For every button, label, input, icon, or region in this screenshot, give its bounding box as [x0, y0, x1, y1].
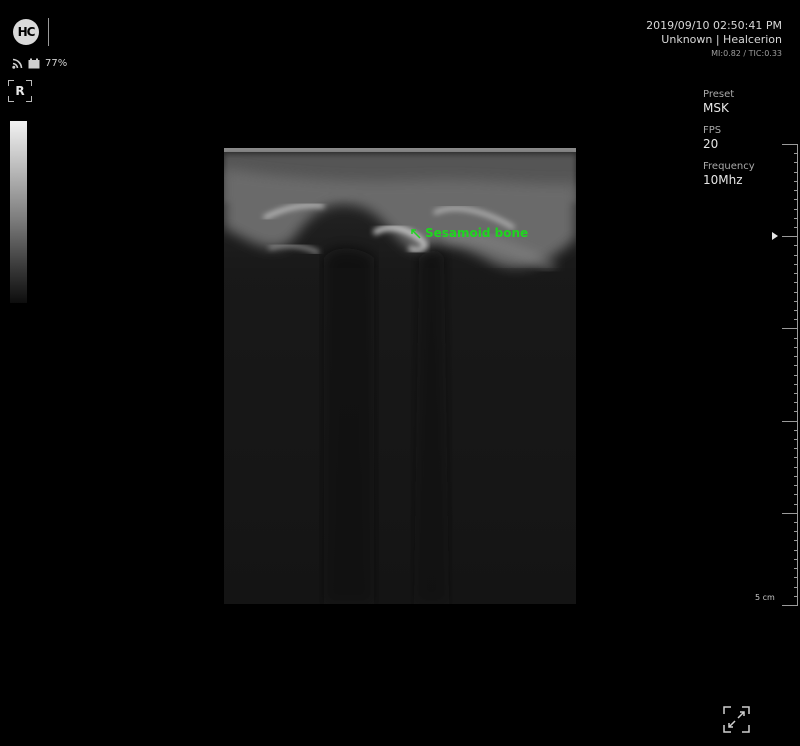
ruler-tick — [794, 245, 798, 246]
ruler-tick — [794, 375, 798, 376]
imaging-params: Preset MSK FPS 20 Frequency 10Mhz — [703, 89, 755, 197]
ruler-tick — [794, 301, 798, 302]
arrow-icon — [411, 228, 421, 239]
ruler-tick — [794, 467, 798, 468]
ruler-tick — [794, 310, 798, 311]
param-value: 10Mhz — [703, 173, 743, 187]
battery-percent: 77% — [45, 58, 68, 69]
grayscale-bar — [10, 121, 27, 303]
fullscreen-icon — [723, 706, 750, 733]
ruler-tick — [794, 264, 798, 265]
mi-tic-indices: MI:0.82 / TIC:0.33 — [711, 49, 782, 58]
ruler-tick — [794, 365, 798, 366]
exam-info: 2019/09/10 02:50:41 PM Unknown | Healcer… — [646, 19, 782, 60]
ruler-tick — [794, 181, 798, 182]
ruler-tick — [794, 577, 798, 578]
ruler-tick — [794, 356, 798, 357]
logo: HC — [13, 19, 39, 45]
ruler-tick — [794, 439, 798, 440]
ruler-tick — [782, 144, 798, 145]
ruler-tick — [794, 338, 798, 339]
status-bar: 77% — [12, 58, 67, 69]
orientation-marker: R — [8, 80, 32, 102]
ruler-tick — [794, 227, 798, 228]
ruler-tick — [794, 596, 798, 597]
ruler-tick — [794, 504, 798, 505]
param-label: Frequency — [703, 161, 755, 172]
ruler-tick — [794, 347, 798, 348]
ruler-tick — [794, 172, 798, 173]
ruler-tick — [794, 402, 798, 403]
divider — [48, 18, 49, 46]
ruler-tick — [782, 513, 798, 514]
ruler-tick — [794, 448, 798, 449]
param-label: Preset — [703, 89, 735, 100]
ruler-tick — [782, 328, 798, 329]
ruler-tick — [794, 393, 798, 394]
ruler-tick — [794, 559, 798, 560]
param-label: FPS — [703, 125, 722, 136]
ruler-tick — [794, 282, 798, 283]
ruler-tick — [794, 587, 798, 588]
ruler-tick — [794, 568, 798, 569]
ruler-tick — [794, 540, 798, 541]
ruler-tick — [782, 236, 798, 237]
ruler-tick — [794, 384, 798, 385]
param-value: MSK — [703, 101, 729, 115]
ruler-tick — [794, 209, 798, 210]
wifi-icon — [12, 58, 23, 69]
ruler-tick — [794, 494, 798, 495]
patient-info: Unknown | Healcerion — [661, 33, 782, 46]
annotation-text: Sesamoid bone — [425, 226, 529, 240]
ruler-tick — [794, 319, 798, 320]
ruler-tick — [794, 531, 798, 532]
annotation-label[interactable]: Sesamoid bone — [410, 226, 528, 240]
ruler-tick — [794, 522, 798, 523]
battery-icon — [28, 58, 40, 69]
ruler-tick — [794, 273, 798, 274]
ruler-tick — [794, 550, 798, 551]
ruler-tick — [794, 199, 798, 200]
depth-label: 5 cm — [755, 593, 775, 602]
ruler-tick — [794, 476, 798, 477]
ruler-tick — [794, 485, 798, 486]
ruler-tick — [794, 218, 798, 219]
ruler-tick — [794, 430, 798, 431]
param-value: 20 — [703, 137, 719, 151]
ruler-tick — [794, 457, 798, 458]
ruler-tick — [794, 162, 798, 163]
depth-ruler — [782, 144, 800, 606]
orientation-label: R — [15, 84, 25, 98]
ruler-tick — [794, 153, 798, 154]
ultrasound-image[interactable] — [224, 148, 576, 604]
fullscreen-button[interactable] — [723, 706, 750, 733]
ruler-tick — [794, 411, 798, 412]
focus-marker[interactable] — [772, 232, 778, 240]
ruler-tick — [794, 255, 798, 256]
ruler-tick — [794, 190, 798, 191]
ruler-tick — [794, 292, 798, 293]
ruler-tick — [782, 421, 798, 422]
datetime: 2019/09/10 02:50:41 PM — [646, 19, 782, 32]
ruler-tick — [782, 605, 798, 606]
